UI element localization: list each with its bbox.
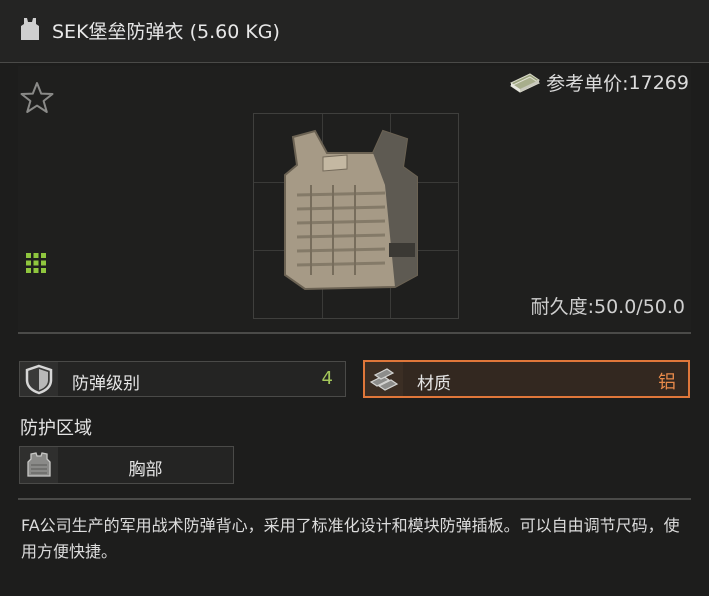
armor-class-value: 4 (321, 368, 333, 389)
protection-zones-title: 防护区域 (20, 418, 92, 439)
metal-ingots-icon (369, 368, 399, 391)
item-description: FA公司生产的军用战术防弹背心，采用了标准化设计和模块防弹插板。可以自由调节尺码… (21, 516, 680, 561)
price-label: 参考单价: (546, 73, 629, 95)
durability: 耐久度:50.0/50.0 (531, 292, 685, 319)
divider (18, 332, 691, 334)
zone-label: 胸部 (128, 460, 163, 480)
vest-icon (21, 18, 39, 40)
item-title: SEK堡垒防弹衣 (5.60 KG) (52, 21, 280, 43)
armor-class-label: 防弹级别 (72, 374, 140, 394)
armor-class-stat[interactable]: 防弹级别 4 (19, 361, 346, 397)
reference-price: 参考单价: 17269 (508, 69, 689, 96)
star-icon[interactable] (19, 81, 55, 115)
shield-icon (25, 364, 53, 395)
protection-zone-chest[interactable]: 胸部 (19, 446, 234, 484)
grid-size-icon (26, 253, 46, 273)
zone-icon-box (20, 447, 58, 483)
material-stat[interactable]: 材质 铝 (363, 360, 690, 398)
body-armor-image (284, 129, 418, 291)
chest-armor-icon (27, 452, 51, 477)
armor-icon-box (20, 362, 58, 396)
title-bar: SEK堡垒防弹衣 (5.60 KG) (0, 0, 709, 63)
durability-label: 耐久度: (530, 296, 594, 318)
material-icon-box (365, 362, 403, 396)
divider (18, 498, 691, 500)
material-value: 铝 (658, 372, 676, 393)
durability-value: 50.0/50.0 (593, 296, 685, 318)
price-value: 17269 (628, 71, 689, 94)
money-icon (510, 72, 541, 93)
material-label: 材质 (417, 374, 451, 394)
